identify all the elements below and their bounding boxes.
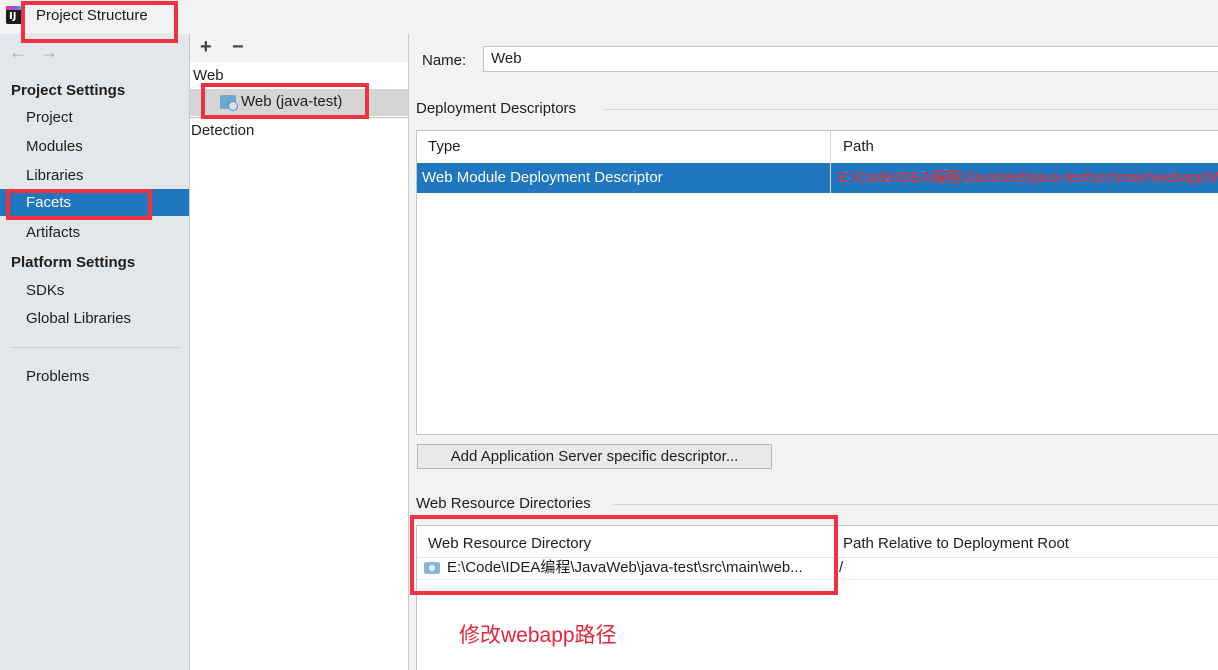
nav-item-global-libraries[interactable]: Global Libraries <box>0 305 189 332</box>
descriptor-type-cell: Web Module Deployment Descriptor <box>422 169 663 186</box>
name-field[interactable]: Web <box>483 46 1218 72</box>
descriptor-path-cell: E:\Code\IDEA编程\JavaWeb\java-test\src\mai… <box>838 169 1218 186</box>
tree-node-detection[interactable]: Detection <box>191 122 254 139</box>
annotation-text: 修改webapp路径 <box>459 624 617 647</box>
nav-item-artifacts[interactable]: Artifacts <box>0 219 189 246</box>
highlight-box-facets <box>6 189 152 220</box>
group-divider <box>613 504 1218 505</box>
group-divider <box>603 109 1218 110</box>
column-header-relative-path[interactable]: Path Relative to Deployment Root <box>843 528 1069 560</box>
column-header-path[interactable]: Path <box>843 131 874 163</box>
deployment-descriptors-table: Type Path Web Module Deployment Descript… <box>416 130 1218 435</box>
table-row[interactable]: Web Module Deployment Descriptor E:\Code… <box>417 163 1218 193</box>
tree-node-web[interactable]: Web <box>193 67 224 84</box>
nav-item-modules[interactable]: Modules <box>0 133 189 160</box>
facet-toolbar: + − <box>190 34 408 62</box>
nav-item-problems[interactable]: Problems <box>0 363 189 390</box>
forward-arrow-icon[interactable]: → <box>40 42 58 63</box>
add-facet-icon[interactable]: + <box>200 36 212 59</box>
platform-settings-heading: Platform Settings <box>11 254 136 271</box>
nav-item-libraries[interactable]: Libraries <box>0 162 189 189</box>
highlight-box-facet-node <box>201 83 369 119</box>
add-server-descriptor-button[interactable]: Add Application Server specific descript… <box>417 444 772 469</box>
highlight-box-title <box>21 1 178 43</box>
relative-path-cell[interactable]: / <box>839 557 843 579</box>
highlight-box-web-resource <box>410 515 838 595</box>
column-header-type[interactable]: Type <box>428 131 461 163</box>
project-settings-heading: Project Settings <box>11 82 126 99</box>
name-label: Name: <box>422 52 467 69</box>
remove-facet-icon[interactable]: − <box>232 36 244 59</box>
nav-item-sdks[interactable]: SDKs <box>0 277 189 304</box>
facet-tree-panel: + − Web Web (java-test) Detection <box>190 34 409 670</box>
intellij-app-icon: IJ <box>6 6 22 24</box>
deployment-descriptors-title: Deployment Descriptors <box>416 100 577 117</box>
web-resource-directories-title: Web Resource Directories <box>416 495 591 512</box>
nav-divider <box>10 347 180 348</box>
settings-nav: ← → Project Settings Project Modules Lib… <box>0 34 190 670</box>
title-bar: IJ Project Structure <box>0 0 1218 34</box>
column-divider <box>830 131 831 193</box>
back-arrow-icon[interactable]: ← <box>9 42 27 63</box>
nav-item-project[interactable]: Project <box>0 104 189 131</box>
